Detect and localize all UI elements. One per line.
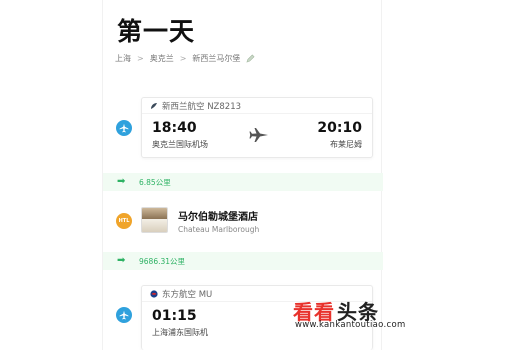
day-title: 第一天 (117, 17, 196, 46)
breadcrumb-item-shanghai[interactable]: 上海 (115, 53, 131, 64)
flight-card-header: 新西兰航空 NZ8213 (142, 98, 372, 114)
arrow-right-icon: ➡ (117, 176, 126, 187)
watermark: 看看 头条 www.kankantoutiao.com (293, 296, 405, 330)
breadcrumb-item-marlborough[interactable]: 新西兰马尔堡 (192, 53, 240, 64)
china-eastern-logo-icon (150, 289, 158, 298)
breadcrumb-separator: > (179, 54, 187, 63)
breadcrumb-item-auckland[interactable]: 奥克兰 (150, 53, 174, 64)
departure-airport: 奥克兰国际机场 (152, 140, 208, 149)
watermark-url: www.kankantoutiao.com (295, 320, 406, 330)
flight-card-nz8213[interactable]: 新西兰航空 NZ8213 18:40 奥克兰国际机场 20:10 布莱尼姆 (141, 97, 373, 158)
distance-text: 9686.31公里 (139, 257, 186, 266)
arrow-right-icon: ➡ (117, 255, 126, 266)
edit-pencil-icon[interactable] (246, 54, 255, 63)
departure-time: 18:40 (152, 120, 197, 136)
arrival-time: 20:10 (317, 120, 362, 136)
airplane-icon (116, 307, 132, 323)
distance-segment: ➡ 9686.31公里 (103, 252, 383, 270)
arrival-airport: 布莱尼姆 (330, 140, 362, 149)
air-new-zealand-logo-icon (150, 102, 158, 110)
airplane-direction-icon (249, 127, 269, 147)
distance-text: 6.85公里 (139, 178, 171, 187)
departure-time: 01:15 (152, 308, 197, 324)
airplane-icon (116, 120, 132, 136)
hotel-name[interactable]: 马尔伯勒城堡酒店 (178, 208, 258, 223)
hotel-name-english: Chateau Marlborough (178, 225, 260, 234)
breadcrumb-separator: > (137, 54, 144, 63)
departure-airport: 上海浦东国际机 (152, 328, 208, 337)
distance-segment: ➡ 6.85公里 (103, 173, 383, 191)
hotel-icon: HTL (116, 213, 132, 229)
airline-flight-number: 新西兰航空 NZ8213 (162, 101, 242, 112)
airline-flight-number: 东方航空 MU (162, 289, 213, 300)
breadcrumb: 上海 > 奥克兰 > 新西兰马尔堡 (115, 53, 255, 64)
hotel-photo[interactable] (141, 207, 168, 233)
